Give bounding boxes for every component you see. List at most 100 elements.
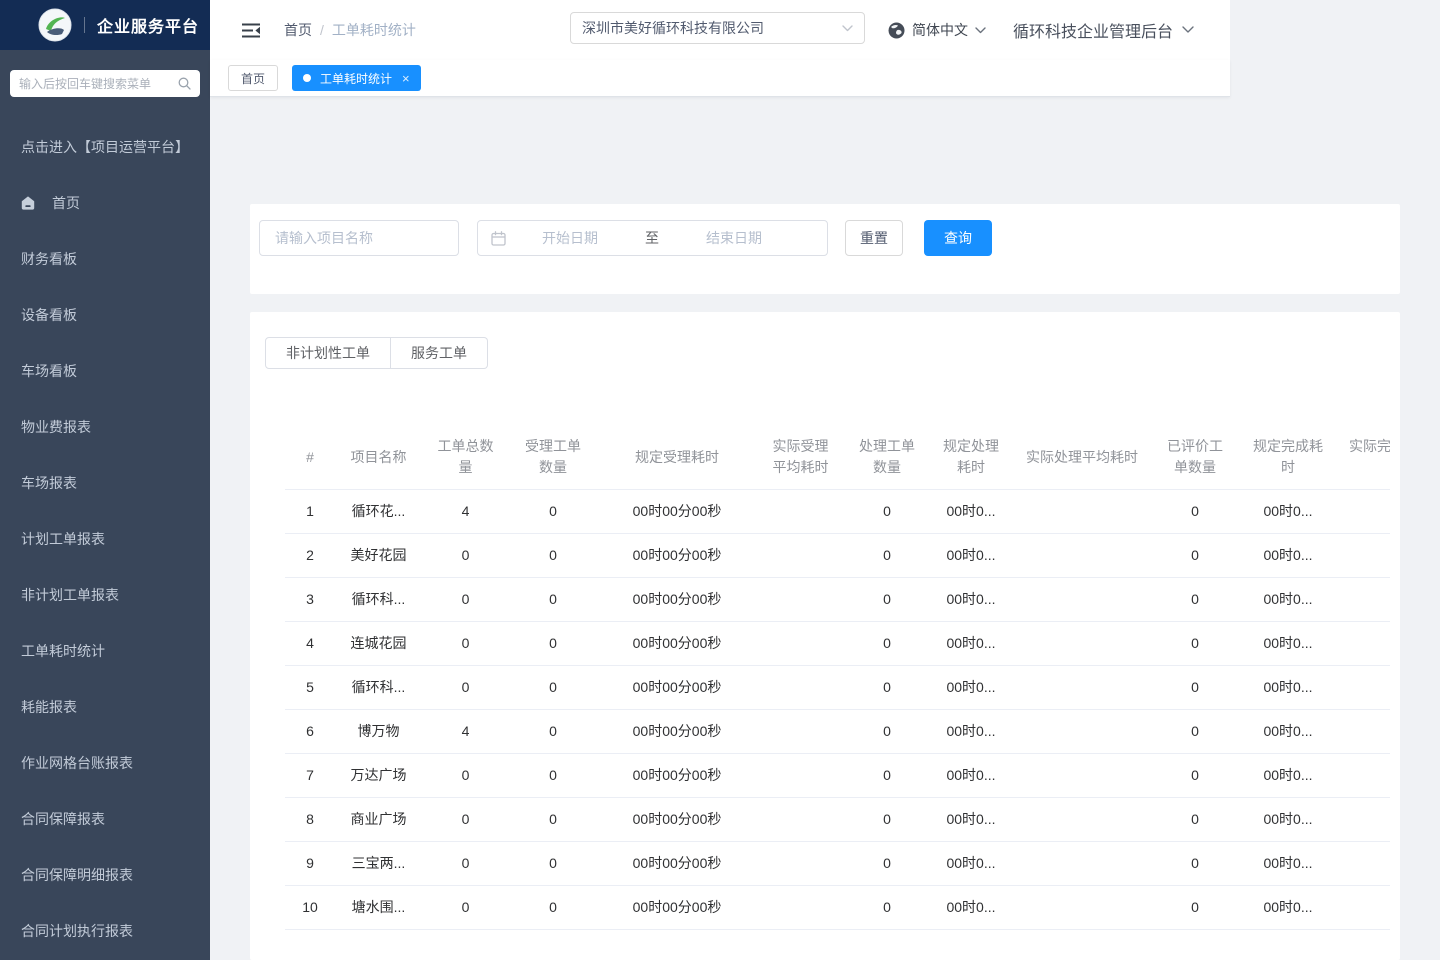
tag-active[interactable]: 工单耗时统计 × — [292, 65, 421, 91]
table-cell: 0 — [1152, 709, 1238, 753]
table-column-header-7: 规定处理耗时 — [930, 425, 1012, 489]
table-cell: 博万物 — [335, 709, 422, 753]
table-cell: 3 — [285, 577, 335, 621]
tab-service-work-orders[interactable]: 服务工单 — [391, 337, 488, 369]
sidebar-item-1[interactable]: 首页 — [0, 175, 210, 231]
sidebar-item-5[interactable]: 物业费报表 — [0, 399, 210, 455]
table-cell: 0 — [844, 841, 930, 885]
tag-home-label: 首页 — [241, 70, 265, 87]
sidebar-item-7[interactable]: 计划工单报表 — [0, 511, 210, 567]
admin-dropdown[interactable]: 循环科技企业管理后台 — [1013, 0, 1194, 60]
sidebar-search-input[interactable] — [19, 77, 178, 91]
menu-fold-icon[interactable] — [242, 23, 260, 38]
tab-unplanned-label: 非计划性工单 — [286, 343, 370, 363]
table-cell: 00时0... — [1238, 665, 1338, 709]
table-cell: 0 — [844, 885, 930, 929]
app-title: 企业服务平台 — [97, 13, 199, 37]
table-column-header-10: 规定完成耗时 — [1238, 425, 1338, 489]
table-cell: 0 — [509, 797, 597, 841]
company-select[interactable]: 深圳市美好循环科技有限公司 — [570, 12, 865, 44]
table-row-7: 8商业广场0000时00分00秒000时0...000时0... — [285, 797, 1390, 841]
table-cell: 00时0... — [1238, 709, 1338, 753]
language-switcher[interactable]: 简体中文 — [888, 0, 986, 60]
table-row-3: 4连城花园0000时00分00秒000时0...000时0... — [285, 621, 1390, 665]
table-cell: 00时00分00秒 — [597, 533, 757, 577]
table-cell — [1338, 709, 1390, 753]
table-cell: 0 — [509, 621, 597, 665]
logo-divider — [84, 17, 85, 33]
table-cell: 0 — [509, 841, 597, 885]
end-date-input[interactable] — [670, 230, 798, 246]
table-cell — [1338, 489, 1390, 533]
table-cell: 0 — [422, 841, 509, 885]
table-cell — [757, 533, 844, 577]
sidebar-item-14[interactable]: 合同计划执行报表 — [0, 903, 210, 959]
sidebar-item-13[interactable]: 合同保障明细报表 — [0, 847, 210, 903]
company-select-value: 深圳市美好循环科技有限公司 — [582, 18, 764, 38]
sidebar-menu: 点击进入【项目运营平台】首页财务看板设备看板车场看板物业费报表车场报表计划工单报… — [0, 119, 210, 959]
sidebar-item-6[interactable]: 车场报表 — [0, 455, 210, 511]
project-name-input[interactable] — [259, 220, 459, 256]
table-row-2: 3循环科...0000时00分00秒000时0...000时0... — [285, 577, 1390, 621]
globe-icon — [888, 22, 905, 39]
chevron-down-icon — [975, 27, 986, 34]
sidebar-item-12[interactable]: 合同保障报表 — [0, 791, 210, 847]
breadcrumb: 首页 / 工单耗时统计 — [284, 20, 416, 40]
sidebar-item-9[interactable]: 工单耗时统计 — [0, 623, 210, 679]
table-row-1: 2美好花园0000时00分00秒000时0...000时0... — [285, 533, 1390, 577]
sidebar-item-2[interactable]: 财务看板 — [0, 231, 210, 287]
sidebar-item-0[interactable]: 点击进入【项目运营平台】 — [0, 119, 210, 175]
table-cell: 00时00分00秒 — [597, 753, 757, 797]
sidebar-item-4[interactable]: 车场看板 — [0, 343, 210, 399]
table-cell — [757, 621, 844, 665]
table-cell: 00时0... — [930, 621, 1012, 665]
table-cell: 4 — [422, 709, 509, 753]
content-panel: 非计划性工单 服务工单 #项目名称工单总数量受理工单数量规定受理耗时实际受理平均… — [250, 312, 1400, 960]
table-cell — [757, 885, 844, 929]
sidebar-item-8[interactable]: 非计划工单报表 — [0, 567, 210, 623]
table-cell: 00时0... — [1238, 577, 1338, 621]
sidebar-item-label: 非计划工单报表 — [21, 585, 119, 605]
table-cell: 9 — [285, 841, 335, 885]
table-cell — [1338, 797, 1390, 841]
table-cell — [1338, 753, 1390, 797]
admin-dropdown-label: 循环科技企业管理后台 — [1013, 18, 1173, 42]
sidebar-item-10[interactable]: 耗能报表 — [0, 679, 210, 735]
table-cell — [1012, 709, 1152, 753]
table-cell — [1338, 665, 1390, 709]
sidebar-item-label: 车场看板 — [21, 361, 77, 381]
table-cell: 00时0... — [930, 841, 1012, 885]
table-column-header-6: 处理工单数量 — [844, 425, 930, 489]
table-cell: 0 — [509, 577, 597, 621]
table-cell: 00时00分00秒 — [597, 709, 757, 753]
sidebar-item-3[interactable]: 设备看板 — [0, 287, 210, 343]
start-date-input[interactable] — [506, 230, 634, 246]
table-column-header-5: 实际受理平均耗时 — [757, 425, 844, 489]
breadcrumb-current: 工单耗时统计 — [332, 20, 416, 40]
breadcrumb-separator: / — [320, 22, 324, 38]
date-separator: 至 — [634, 228, 670, 248]
tag-home[interactable]: 首页 — [228, 65, 278, 91]
reset-button[interactable]: 重置 — [845, 220, 903, 256]
table-cell: 0 — [509, 533, 597, 577]
table-column-header-4: 规定受理耗时 — [597, 425, 757, 489]
sidebar-search[interactable] — [10, 70, 200, 97]
table-cell: 0 — [509, 665, 597, 709]
table-cell: 00时0... — [1238, 753, 1338, 797]
breadcrumb-home[interactable]: 首页 — [284, 20, 312, 40]
sidebar-item-label: 合同保障报表 — [21, 809, 105, 829]
table-cell — [1012, 621, 1152, 665]
table-row-0: 1循环花...4000时00分00秒000时0...000时0... — [285, 489, 1390, 533]
table-cell: 00时00分00秒 — [597, 797, 757, 841]
tab-unplanned-work-orders[interactable]: 非计划性工单 — [265, 337, 391, 369]
table-cell: 4 — [422, 489, 509, 533]
table-cell — [1012, 753, 1152, 797]
query-button[interactable]: 查询 — [924, 220, 992, 256]
sidebar-item-11[interactable]: 作业网格台账报表 — [0, 735, 210, 791]
table-cell: 塘水围... — [335, 885, 422, 929]
table-cell: 00时0... — [1238, 489, 1338, 533]
date-range-picker[interactable]: 至 — [477, 220, 828, 256]
table-cell: 4 — [285, 621, 335, 665]
close-icon[interactable]: × — [402, 72, 410, 85]
table-cell: 0 — [1152, 489, 1238, 533]
